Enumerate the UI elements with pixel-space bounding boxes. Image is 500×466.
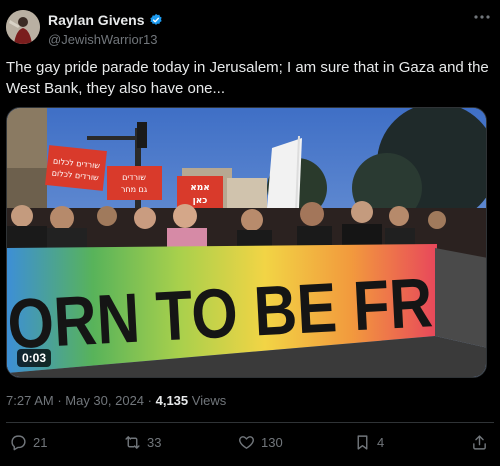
reply-count: 21 xyxy=(33,435,48,450)
retweet-count: 33 xyxy=(147,435,162,450)
share-icon xyxy=(473,435,486,450)
bookmark-count: 4 xyxy=(377,435,385,450)
author-handle[interactable]: @JewishWarrior13 xyxy=(48,32,163,47)
verified-badge-icon xyxy=(149,13,162,25)
svg-text:כאן: כאן xyxy=(193,196,208,206)
meta-separator: · xyxy=(53,393,66,408)
video-player[interactable]: שורדים לכלום שורדים לכלום שורדים גם מחר … xyxy=(6,107,487,378)
tweet-time[interactable]: 7:27 AM xyxy=(6,393,54,408)
divider xyxy=(6,422,494,423)
more-icon[interactable] xyxy=(472,12,492,28)
action-bar: 21 33 130 4 xyxy=(6,434,494,454)
video-duration: 0:03 xyxy=(17,349,52,367)
views-count: 4,135 xyxy=(155,393,189,408)
avatar[interactable] xyxy=(6,10,40,44)
reply-icon xyxy=(11,435,26,451)
heart-icon xyxy=(239,436,254,449)
author-name-text[interactable]: Raylan Givens xyxy=(48,12,145,28)
svg-text:שורדים: שורדים xyxy=(122,173,146,182)
like-button[interactable]: 130 xyxy=(238,434,283,451)
tweet-meta: 7:27 AM · May 30, 2024 · 4,135 Views xyxy=(6,393,226,408)
author-display-name[interactable]: Raylan Givens xyxy=(48,12,163,28)
like-count: 130 xyxy=(261,435,283,450)
bookmark-icon xyxy=(357,435,368,450)
views-label: Views xyxy=(188,393,227,408)
reply-button[interactable]: 21 xyxy=(10,434,47,451)
svg-text:אמא: אמא xyxy=(190,183,210,193)
tweet-date[interactable]: May 30, 2024 xyxy=(65,393,144,408)
tweet-text: The gay pride parade today in Jerusalem;… xyxy=(6,59,489,97)
retweet-icon xyxy=(125,436,140,449)
tweet-header: Raylan Givens @JewishWarrior13 xyxy=(6,6,492,47)
bookmark-button[interactable]: 4 xyxy=(354,434,384,451)
author-info: Raylan Givens @JewishWarrior13 xyxy=(48,12,163,47)
svg-text:גם מחר: גם מחר xyxy=(121,185,148,194)
meta-separator-2: · xyxy=(144,393,156,408)
avatar-image xyxy=(6,10,40,44)
video-frame: שורדים לכלום שורדים לכלום שורדים גם מחר … xyxy=(7,108,486,377)
share-button[interactable] xyxy=(471,434,488,451)
retweet-button[interactable]: 33 xyxy=(124,434,161,451)
